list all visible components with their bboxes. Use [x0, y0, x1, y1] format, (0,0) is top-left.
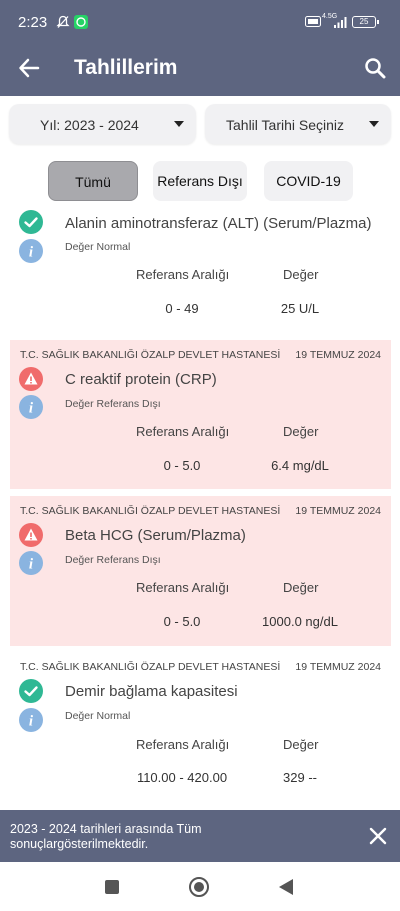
year-dropdown-label: Yıl: 2023 - 2024	[40, 117, 139, 133]
battery-tip	[377, 20, 379, 24]
info-icon[interactable]: i	[19, 239, 43, 263]
hospital-name: T.C. SAĞLIK BAKANLIĞI ÖZALP DEVLET HASTA…	[20, 349, 281, 361]
ref-range-header: Referans Aralığı	[136, 737, 230, 752]
test-name: Beta HCG (Serum/Plazma)	[65, 527, 246, 544]
system-nav-bar	[0, 862, 400, 911]
result-card[interactable]: Alanin aminotransferaz (ALT) (Serum/Plaz…	[10, 206, 391, 332]
check-circle-icon	[19, 679, 43, 703]
home-icon[interactable]	[188, 876, 210, 898]
date-dropdown-caret-icon	[369, 121, 379, 127]
hospital-name: T.C. SAĞLIK BAKANLIĞI ÖZALP DEVLET HASTA…	[20, 661, 281, 673]
back-arrow-icon[interactable]	[18, 57, 40, 79]
app-bar: Tahlillerim	[0, 40, 400, 96]
battery-level: 25	[359, 17, 369, 26]
result-status-note: Değer Referans Dışı	[65, 398, 161, 410]
result-status-note: Değer Normal	[65, 710, 131, 722]
date-dropdown[interactable]: Tahlil Tarihi Seçiniz	[205, 104, 391, 144]
test-name: Alanin aminotransferaz (ALT) (Serum/Plaz…	[65, 215, 372, 232]
result-status-note: Değer Normal	[65, 241, 131, 253]
back-nav-icon[interactable]	[278, 878, 294, 896]
year-dropdown-caret-icon	[174, 121, 184, 127]
check-circle-icon	[19, 210, 43, 234]
result-value: 25 U/L	[280, 301, 320, 316]
warning-icon	[19, 367, 43, 391]
result-date: 19 TEMMUZ 2024	[295, 349, 381, 361]
test-name: C reaktif protein (CRP)	[65, 371, 217, 388]
snackbar: 2023 - 2024 tarihleri arasında Tüm sonuç…	[0, 810, 400, 862]
ref-range-header: Referans Aralığı	[136, 424, 230, 439]
info-icon[interactable]: i	[19, 395, 43, 419]
info-icon[interactable]: i	[19, 708, 43, 732]
page-title: Tahlillerim	[74, 56, 178, 79]
signal-icon	[334, 17, 347, 28]
whatsapp-icon	[74, 15, 88, 29]
result-status-note: Değer Referans Dışı	[65, 554, 161, 566]
result-card[interactable]: T.C. SAĞLIK BAKANLIĞI ÖZALP DEVLET HASTA…	[10, 496, 391, 646]
recent-apps-icon[interactable]	[104, 879, 120, 895]
warning-icon	[19, 523, 43, 547]
value-header: Değer	[283, 424, 319, 439]
filter-tab-covid[interactable]: COVID-19	[264, 161, 353, 201]
snackbar-message: 2023 - 2024 tarihleri arasında Tüm sonuç…	[10, 822, 202, 851]
info-icon[interactable]: i	[19, 551, 43, 575]
result-date: 19 TEMMUZ 2024	[295, 661, 381, 673]
notifications-muted-icon	[56, 15, 70, 28]
result-card[interactable]: T.C. SAĞLIK BAKANLIĞI ÖZALP DEVLET HASTA…	[10, 652, 391, 802]
status-time: 2:23	[18, 14, 48, 31]
status-bar: 2:23 4.5G 25	[0, 0, 400, 40]
battery-icon: 25	[352, 16, 376, 28]
value-header: Değer	[283, 737, 319, 752]
volte-icon	[305, 16, 321, 27]
filter-tab-all[interactable]: Tümü	[48, 161, 138, 201]
filter-tab-out-of-range[interactable]: Referans Dışı	[153, 161, 247, 201]
result-card[interactable]: T.C. SAĞLIK BAKANLIĞI ÖZALP DEVLET HASTA…	[10, 340, 391, 489]
ref-range-header: Referans Aralığı	[136, 267, 230, 282]
date-dropdown-label: Tahlil Tarihi Seçiniz	[226, 117, 345, 133]
test-name: Demir bağlama kapasitesi	[65, 683, 238, 700]
ref-range-header: Referans Aralığı	[136, 580, 230, 595]
search-icon[interactable]	[363, 56, 387, 80]
result-value: 329 --	[283, 770, 317, 785]
close-icon[interactable]	[368, 826, 388, 846]
result-date: 19 TEMMUZ 2024	[295, 505, 381, 517]
value-header: Değer	[283, 267, 319, 282]
year-dropdown[interactable]: Yıl: 2023 - 2024	[9, 104, 196, 144]
value-header: Değer	[283, 580, 319, 595]
result-value: 1000.0 ng/dL	[262, 614, 338, 629]
result-value: 6.4 mg/dL	[271, 458, 329, 473]
hospital-name: T.C. SAĞLIK BAKANLIĞI ÖZALP DEVLET HASTA…	[20, 505, 281, 517]
